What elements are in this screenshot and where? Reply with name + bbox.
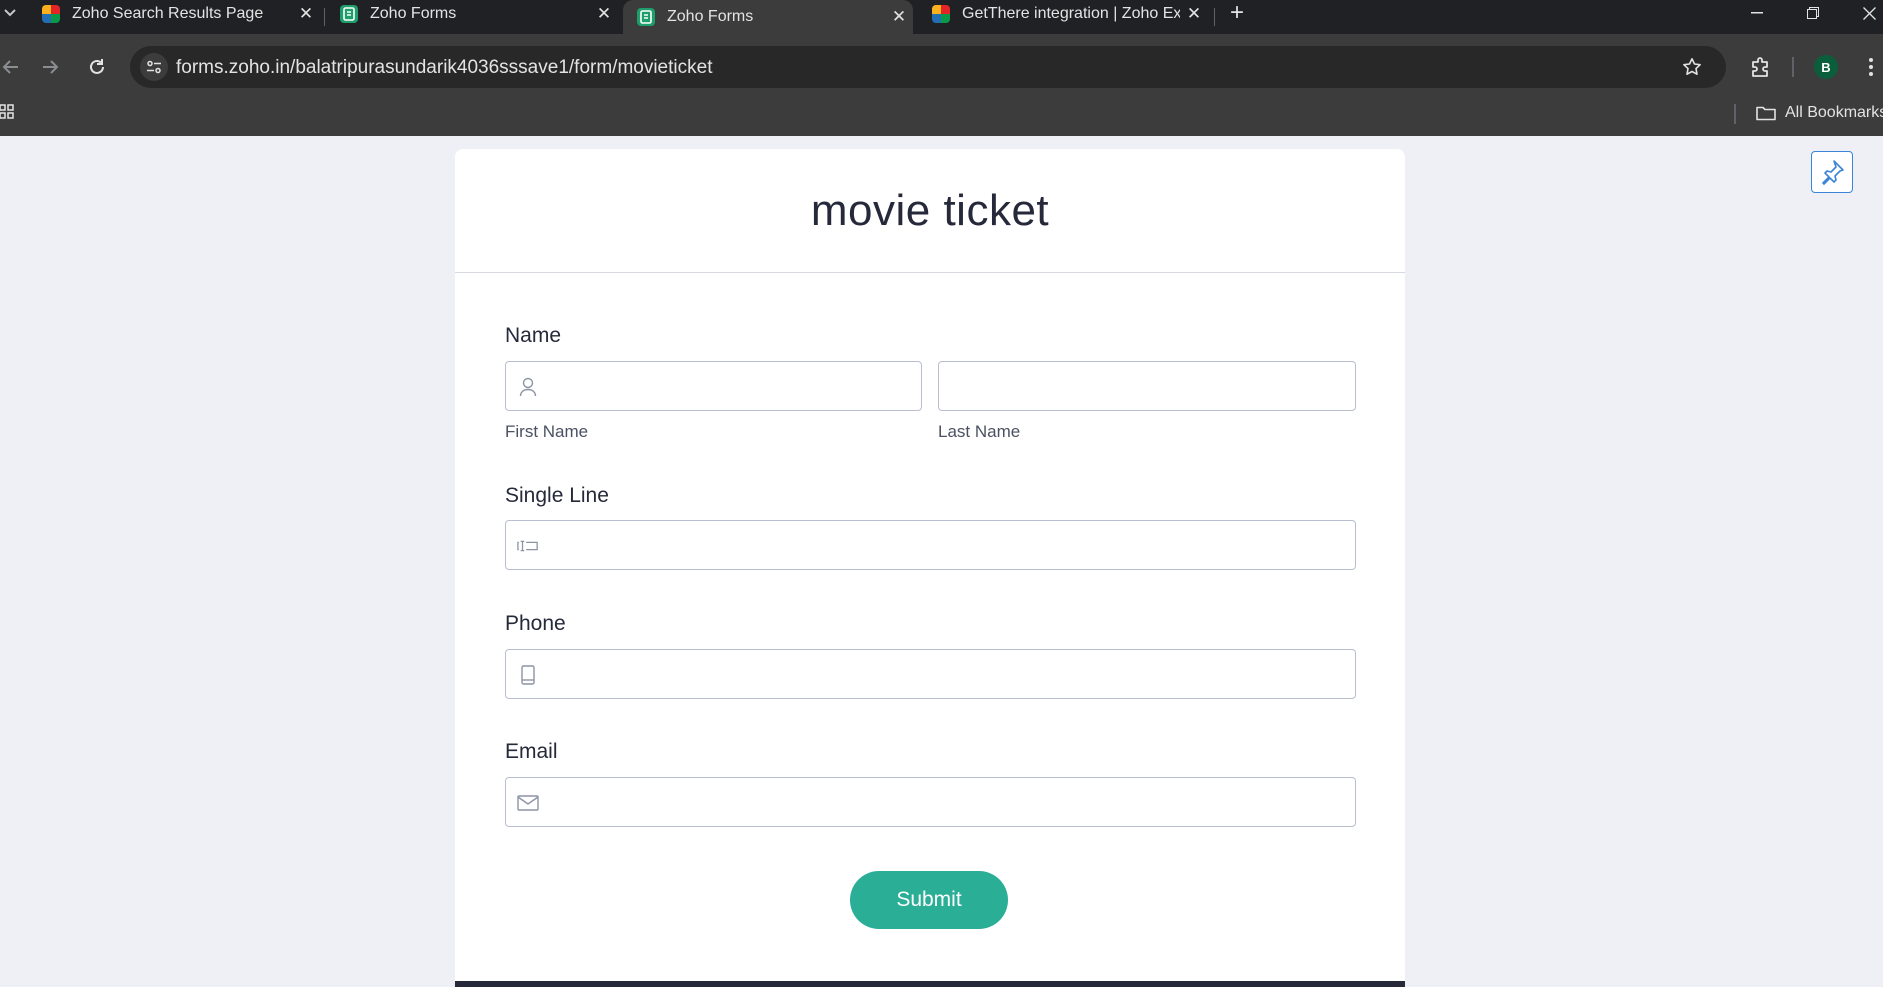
forward-arrow-icon[interactable] [37,53,65,81]
phone-label: Phone [505,612,566,635]
form-card: movie ticket Name First Name Last Name S… [455,149,1405,987]
tab-title: Zoho Search Results Page [72,5,264,22]
close-icon[interactable]: ✕ [590,4,618,24]
page-content: movie ticket Name First Name Last Name S… [0,139,1883,987]
close-icon[interactable]: ✕ [885,7,913,27]
last-name-input[interactable] [938,361,1356,411]
form-header: movie ticket [455,149,1405,273]
single-line-input[interactable] [505,520,1356,570]
new-tab-plus-icon[interactable]: + [1224,0,1250,26]
first-name-input[interactable] [505,361,922,411]
tab-separator [1214,8,1215,26]
restore-icon[interactable] [1793,0,1833,26]
zoho-multicolor-icon [932,5,950,23]
bookmarks-separator [1734,104,1736,124]
more-menu-icon[interactable] [1862,54,1880,80]
pin-icon[interactable] [1811,151,1853,193]
single-line-label: Single Line [505,484,609,507]
tab-search-chevron-icon[interactable] [0,0,20,26]
email-label: Email [505,740,558,763]
toolbar-separator [1792,57,1794,77]
text-field-icon [517,535,539,557]
bookmark-star-icon[interactable] [1680,55,1704,79]
tab-zoho-search-results[interactable]: Zoho Search Results Page ✕ [28,0,320,28]
form-title: movie ticket [810,185,1050,235]
last-name-sublabel: Last Name [938,422,1021,441]
tab-zoho-forms[interactable]: Zoho Forms ✕ [326,0,618,28]
back-arrow-icon[interactable] [0,53,24,81]
reload-icon[interactable] [83,53,111,81]
tab-getthere-integration[interactable]: GetThere integration | Zoho Exp ✕ [918,0,1208,28]
profile-avatar[interactable]: B [1814,55,1838,79]
address-bar[interactable]: forms.zoho.in/balatripurasundarik4036sss… [130,46,1726,88]
tab-title: Zoho Forms [370,5,457,22]
tab-title: Zoho Forms [667,8,754,25]
close-icon[interactable]: ✕ [292,4,320,24]
tab-strip: Zoho Search Results Page ✕ Zoho Forms ✕ … [0,0,1883,34]
browser-toolbar: forms.zoho.in/balatripurasundarik4036sss… [0,34,1883,136]
phone-input[interactable] [505,649,1356,699]
tab-zoho-forms-active[interactable]: Zoho Forms ✕ [623,0,913,34]
window-close-icon[interactable] [1849,0,1883,26]
first-name-sublabel: First Name [505,422,589,441]
email-input[interactable] [505,777,1356,827]
tab-title: GetThere integration | Zoho Exp [962,5,1180,22]
all-bookmarks-button[interactable]: All Bookmarks [1756,101,1883,125]
zoho-forms-icon [340,5,358,23]
submit-button[interactable]: Submit [850,871,1008,929]
zoho-multicolor-icon [42,5,60,23]
phone-icon [517,664,539,686]
all-bookmarks-label: All Bookmarks [1785,104,1883,121]
close-icon[interactable]: ✕ [1180,4,1208,24]
minimize-icon[interactable] [1737,0,1777,26]
mail-icon [517,792,539,814]
user-icon [517,376,539,398]
zoho-forms-icon [637,8,655,26]
name-label: Name [505,324,562,347]
tab-separator [324,8,325,26]
url-text[interactable]: forms.zoho.in/balatripurasundarik4036sss… [176,57,712,79]
site-info-tune-icon[interactable] [140,53,168,81]
extensions-puzzle-icon[interactable] [1748,54,1774,80]
apps-grid-icon[interactable] [0,102,14,124]
form-footer-bar [455,981,1405,987]
folder-icon [1756,106,1776,121]
